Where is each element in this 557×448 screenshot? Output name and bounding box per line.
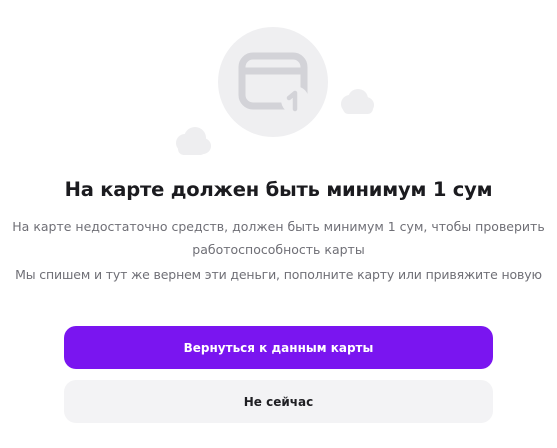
cloud-icon-right bbox=[341, 89, 374, 114]
illustration-circle bbox=[218, 27, 328, 137]
not-now-label: Не сейчас bbox=[243, 394, 314, 409]
dialog-description-insufficient-funds: На карте недостаточно средств, должен бы… bbox=[12, 219, 545, 257]
dialog-description-refund-note: Мы спишем и тут же вернем эти деньги, по… bbox=[15, 267, 542, 282]
return-to-card-details-button[interactable]: Вернуться к данным карты bbox=[64, 326, 493, 369]
dialog-title: На карте должен быть минимум 1 сум bbox=[64, 178, 493, 201]
not-now-button[interactable]: Не сейчас bbox=[64, 380, 493, 423]
cloud-icon-left bbox=[176, 127, 211, 155]
card-illustration bbox=[170, 0, 390, 165]
return-to-card-details-label: Вернуться к данным карты bbox=[183, 340, 374, 355]
